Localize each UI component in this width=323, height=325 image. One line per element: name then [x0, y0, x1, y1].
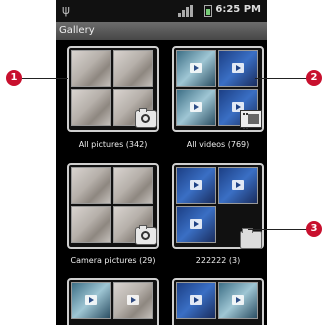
- callout-marker-1: 1: [6, 70, 22, 86]
- album-label: All pictures (342): [78, 140, 148, 149]
- album-label: All videos (769): [186, 140, 250, 149]
- thumbnail: [218, 167, 258, 204]
- usb-icon: ψ: [62, 3, 70, 17]
- thumbnail: [176, 206, 216, 243]
- thumbnail: [176, 50, 216, 87]
- thumbnail: [71, 282, 111, 319]
- thumbnail: [71, 167, 111, 204]
- play-icon: [85, 295, 97, 305]
- callout-marker-2: 2: [306, 70, 322, 86]
- thumbnail: [71, 50, 111, 87]
- thumbnail: [113, 167, 153, 204]
- play-icon: [190, 295, 202, 305]
- app-title: Gallery: [56, 22, 267, 40]
- callout-marker-3: 3: [306, 221, 322, 237]
- album-all-pictures[interactable]: [67, 46, 159, 132]
- thumbnail: [113, 282, 153, 319]
- thumbnail: [176, 89, 216, 126]
- play-icon: [232, 63, 244, 73]
- play-icon: [190, 219, 202, 229]
- album-label: Camera pictures (29): [70, 256, 156, 265]
- callout-line: [248, 229, 308, 230]
- album-partial[interactable]: [67, 278, 159, 325]
- status-time: 6:25 PM: [215, 4, 261, 15]
- callout-line: [22, 78, 68, 79]
- thumbnail: [218, 282, 258, 319]
- callout-line: [255, 78, 308, 79]
- signal-icon: [178, 5, 218, 17]
- thumbnail: [113, 50, 153, 87]
- thumbnail: [176, 167, 216, 204]
- camera-icon: [135, 225, 157, 245]
- album-all-videos[interactable]: [172, 46, 264, 132]
- album-camera-pictures[interactable]: [67, 163, 159, 249]
- play-icon: [127, 295, 139, 305]
- camera-icon: [135, 108, 157, 128]
- battery-icon: [204, 5, 212, 17]
- play-icon: [190, 102, 202, 112]
- phone-screen: ψ 6:25 PM Gallery All pictures (342) All…: [56, 0, 267, 325]
- album-partial[interactable]: [172, 278, 264, 325]
- album-label: 222222 (3): [195, 256, 241, 265]
- album-222222[interactable]: [172, 163, 264, 249]
- film-icon: [240, 110, 262, 129]
- play-icon: [190, 180, 202, 190]
- status-bar: ψ 6:25 PM: [56, 0, 267, 22]
- play-icon: [190, 63, 202, 73]
- thumbnail: [218, 50, 258, 87]
- thumbnail: [176, 282, 216, 319]
- play-icon: [232, 180, 244, 190]
- thumbnail: [71, 206, 111, 243]
- thumbnail: [71, 89, 111, 126]
- play-icon: [232, 295, 244, 305]
- folder-icon: [240, 228, 262, 249]
